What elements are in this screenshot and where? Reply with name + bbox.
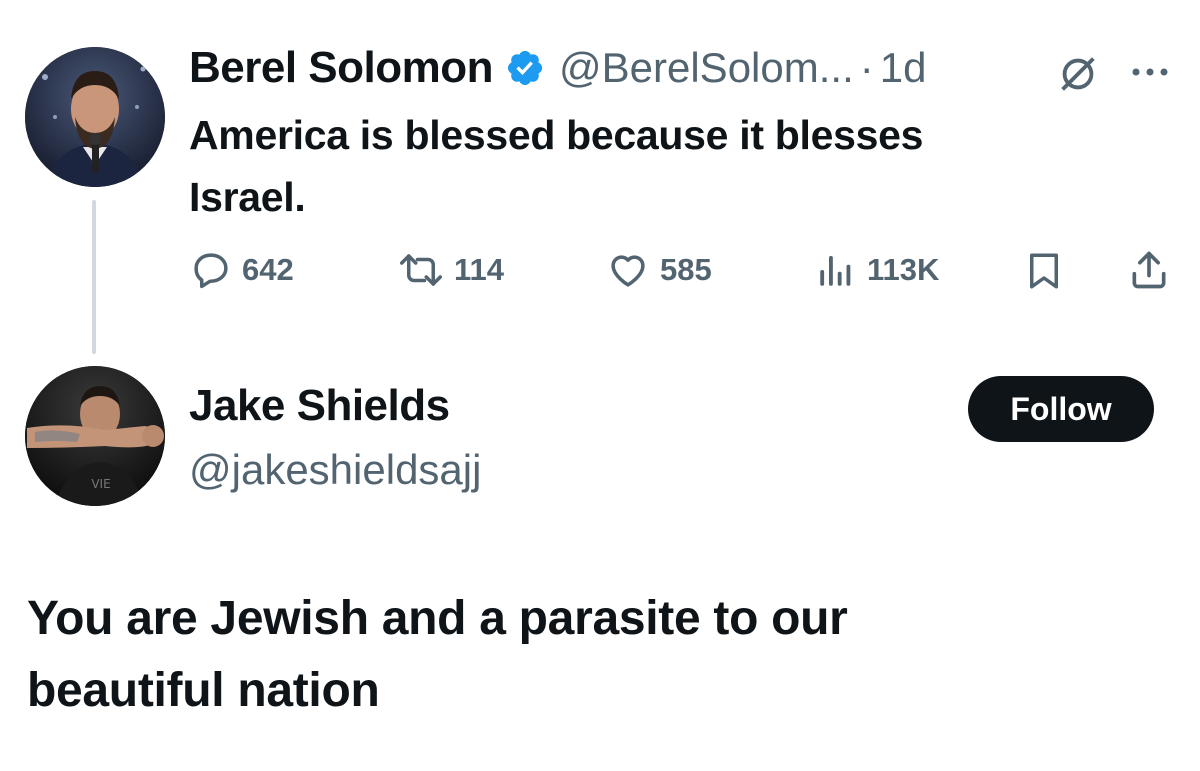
time-separator: · bbox=[859, 44, 874, 91]
reply-icon bbox=[194, 253, 228, 289]
heart-icon bbox=[611, 255, 645, 287]
tweet-text-line-1: America is blessed because it blesses bbox=[189, 112, 924, 158]
share-button[interactable] bbox=[1127, 247, 1171, 298]
share-icon bbox=[1132, 251, 1166, 289]
repost-button[interactable]: 114 bbox=[398, 249, 504, 291]
svg-text:VIE: VIE bbox=[91, 477, 110, 491]
author-name[interactable]: Berel Solomon bbox=[189, 43, 494, 93]
tweet-header: Berel Solomon @BerelSolom... · 1d bbox=[189, 43, 926, 93]
repost-icon bbox=[400, 254, 442, 286]
views-button[interactable]: 113K bbox=[815, 249, 939, 291]
reply-tweet-text: You are Jewish and a parasite to our bea… bbox=[27, 583, 848, 727]
like-button[interactable]: 585 bbox=[606, 249, 712, 291]
bookmark-icon bbox=[1030, 253, 1058, 289]
verified-badge-icon bbox=[505, 48, 545, 88]
like-count: 585 bbox=[660, 252, 712, 287]
thread-line bbox=[92, 200, 96, 354]
reply-text-line-2: beautiful nation bbox=[27, 664, 380, 717]
reply-author-handle[interactable]: @jakeshieldsajj bbox=[189, 446, 481, 494]
author-handle[interactable]: @BerelSolom... bbox=[559, 44, 854, 92]
more-icon[interactable] bbox=[1128, 62, 1172, 87]
avatar-jake-shields[interactable]: VIE bbox=[25, 366, 165, 506]
view-count: 113K bbox=[867, 252, 940, 287]
reply-text-line-1: You are Jewish and a parasite to our bbox=[27, 592, 848, 645]
reply-author-name[interactable]: Jake Shields bbox=[189, 381, 450, 431]
tweet-text-line-2: Israel. bbox=[189, 174, 306, 220]
reply-button[interactable]: 642 bbox=[190, 249, 294, 291]
views-icon bbox=[820, 256, 851, 286]
tweet-time[interactable]: 1d bbox=[880, 44, 927, 92]
grok-icon[interactable] bbox=[1055, 51, 1101, 102]
bookmark-button[interactable] bbox=[1023, 249, 1065, 298]
tweet-text: America is blessed because it blesses Is… bbox=[189, 104, 923, 228]
reply-count: 642 bbox=[242, 252, 294, 287]
follow-button[interactable]: Follow bbox=[968, 376, 1154, 442]
repost-count: 114 bbox=[454, 252, 505, 287]
avatar-berel-solomon[interactable] bbox=[25, 47, 165, 187]
